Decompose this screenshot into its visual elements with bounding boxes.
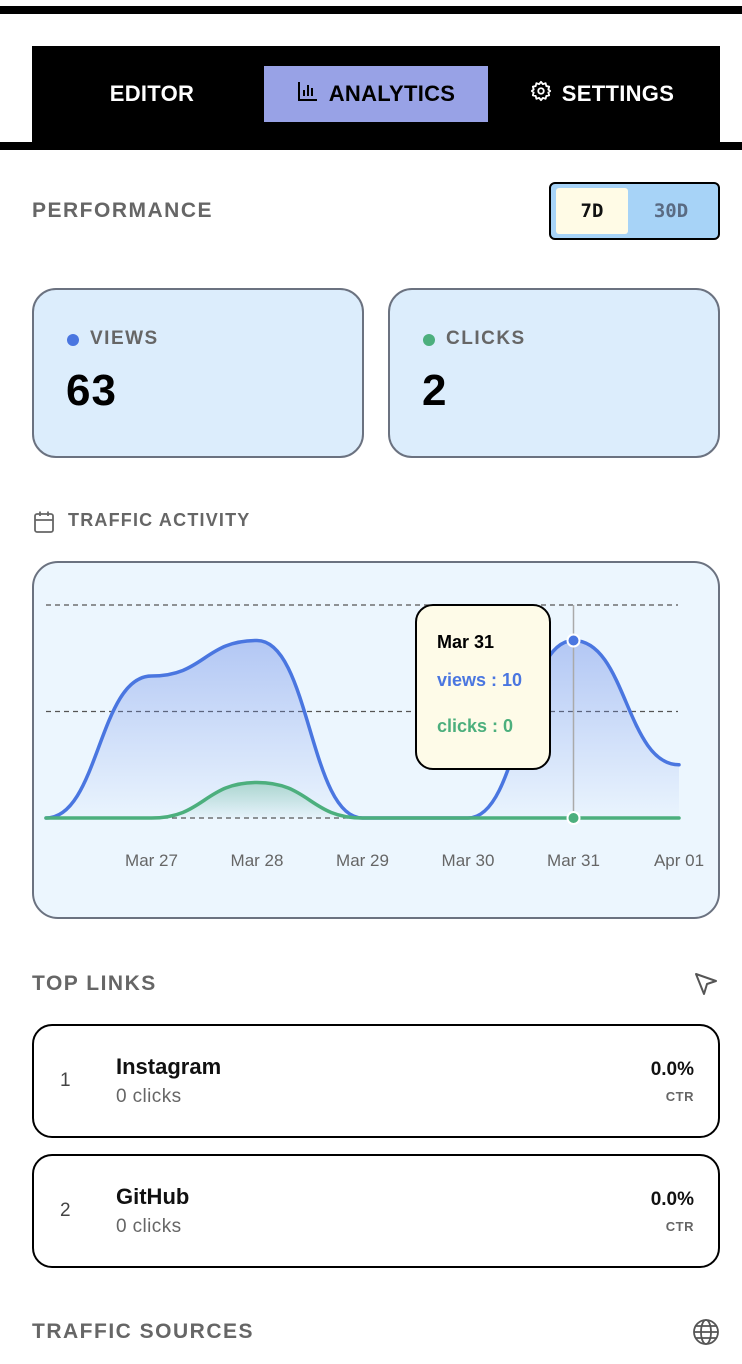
tab-analytics-label: ANALYTICS <box>328 81 456 106</box>
tab-settings-label: SETTINGS <box>561 81 675 106</box>
bar-chart-icon <box>297 80 329 108</box>
x-tick-label: Mar 28 <box>231 851 284 870</box>
globe-icon <box>692 1318 720 1351</box>
clicks-card: CLICKS 2 <box>388 288 720 458</box>
tooltip-clicks: clicks : 0 <box>437 716 514 736</box>
clicks-dot <box>423 334 435 346</box>
traffic-activity-title: TRAFFIC ACTIVITY <box>68 510 251 530</box>
top-border <box>0 6 742 14</box>
hover-point-clicks <box>566 811 581 825</box>
performance-title: PERFORMANCE <box>32 199 214 222</box>
top-links-title: TOP LINKS <box>32 972 157 995</box>
link-ctr-label: CTR <box>665 1219 694 1234</box>
traffic-chart-svg: Mar 27 Mar 28 Mar 29 Mar 30 Mar 31 Apr 01 <box>44 604 704 870</box>
link-name: Instagram <box>116 1054 222 1079</box>
link-ctr: 0.0% <box>650 1189 694 1210</box>
clicks-value: 2 <box>422 366 448 415</box>
x-tick-label: Mar 31 <box>547 851 600 870</box>
x-tick-label: Mar 30 <box>442 851 495 870</box>
x-tick-label: Apr 01 <box>654 851 704 870</box>
calendar-icon <box>33 510 55 539</box>
range-7d-button[interactable]: 7D <box>556 188 628 234</box>
tab-editor[interactable]: EDITOR <box>64 66 240 122</box>
views-dot <box>67 334 79 346</box>
tab-editor-label: EDITOR <box>109 81 195 106</box>
hover-point-views <box>566 633 581 648</box>
link-clicks: 0 clicks <box>116 1086 182 1107</box>
views-label: VIEWS <box>90 328 159 349</box>
x-tick-label: Mar 27 <box>125 851 178 870</box>
clicks-label: CLICKS <box>446 328 526 349</box>
link-item-instagram[interactable]: 1 Instagram 0 clicks 0.0% CTR <box>32 1024 720 1138</box>
link-ctr: 0.0% <box>650 1059 694 1080</box>
views-value: 63 <box>66 366 117 415</box>
views-card: VIEWS 63 <box>32 288 364 458</box>
link-name: GitHub <box>116 1184 190 1209</box>
chart-tooltip: Mar 31 views : 10 clicks : 0 <box>415 604 551 770</box>
range-toggle: 7D 30D <box>549 182 720 240</box>
cursor-icon <box>692 970 720 1003</box>
tooltip-views: views : 10 <box>437 670 523 690</box>
gear-icon <box>530 80 562 108</box>
link-item-github[interactable]: 2 GitHub 0 clicks 0.0% CTR <box>32 1154 720 1268</box>
x-tick-label: Mar 29 <box>336 851 389 870</box>
tab-analytics[interactable]: ANALYTICS <box>264 66 488 122</box>
series-area-views <box>46 640 679 818</box>
traffic-sources-title: TRAFFIC SOURCES <box>32 1320 254 1343</box>
link-clicks: 0 clicks <box>116 1216 182 1237</box>
link-ctr-label: CTR <box>665 1089 694 1104</box>
range-30d-button[interactable]: 30D <box>635 188 707 234</box>
link-rank: 1 <box>60 1070 71 1091</box>
main-nav: EDITOR ANALYTICS SETTINGS <box>32 46 720 142</box>
nav-shadow <box>0 142 742 150</box>
link-rank: 2 <box>60 1200 71 1221</box>
tab-settings[interactable]: SETTINGS <box>504 66 700 122</box>
tooltip-date: Mar 31 <box>437 632 495 652</box>
traffic-chart[interactable]: Mar 27 Mar 28 Mar 29 Mar 30 Mar 31 Apr 01 <box>32 561 720 919</box>
